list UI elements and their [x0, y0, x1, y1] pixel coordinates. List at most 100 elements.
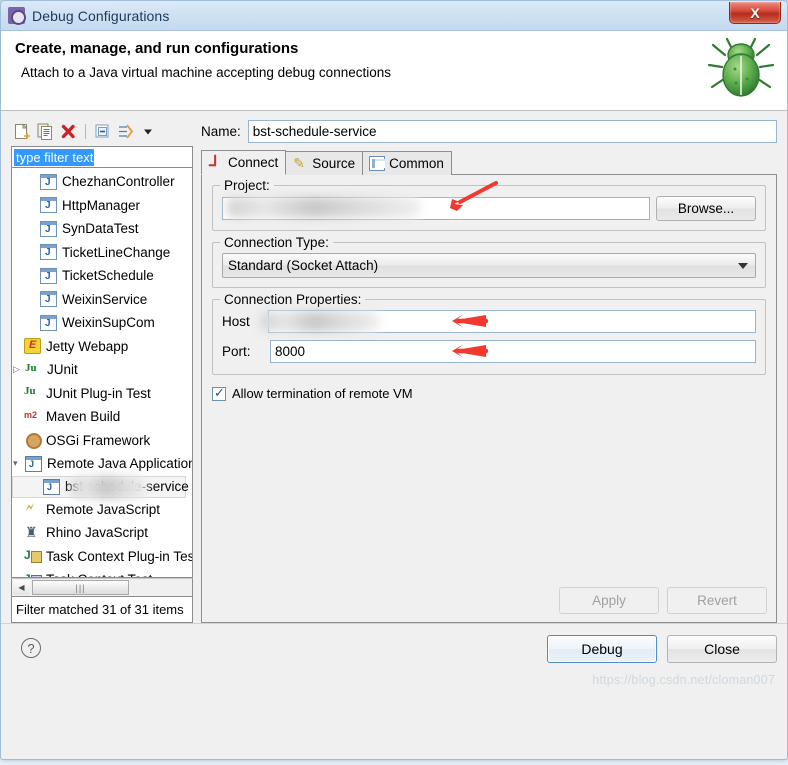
- tab-source[interactable]: Source: [285, 151, 364, 175]
- tree-item-task-context-test[interactable]: Task Context Test: [12, 568, 192, 577]
- tree-item-osgi-framework[interactable]: OSGi Framework: [12, 429, 192, 453]
- name-row: Name: bst-schedule-service: [201, 119, 777, 143]
- java-application-icon: [40, 267, 57, 284]
- tree-item-label: ChezhanController: [62, 174, 175, 190]
- tree-item-label: SynDataTest: [62, 221, 139, 237]
- scroll-left-icon[interactable]: ◀: [13, 580, 30, 595]
- tree-item-remote-javascript[interactable]: Remote JavaScript: [12, 498, 192, 522]
- dialog-footer: ? Debug Close https://blog.csdn.net/clom…: [1, 623, 787, 689]
- tree-item-label: Task Context Plug-in Test: [46, 548, 193, 564]
- tree-item-label: bst-schedule-service: [65, 479, 189, 494]
- expander-collapsed-icon[interactable]: ▷: [13, 364, 25, 375]
- debug-button[interactable]: Debug: [547, 635, 657, 663]
- tree-item-label: JUnit: [47, 362, 78, 378]
- junit-icon: [25, 362, 42, 378]
- toolbar-separator: [85, 123, 86, 139]
- tree-item-label: Jetty Webapp: [46, 338, 129, 354]
- common-icon: [369, 156, 386, 171]
- tree-item-remote-java-application[interactable]: ▾ Remote Java Application: [12, 452, 192, 476]
- tree-item-syndatatest[interactable]: SynDataTest: [12, 217, 192, 241]
- tree-item-jetty-webapp[interactable]: Jetty Webapp: [12, 335, 192, 359]
- window-close-button[interactable]: X: [729, 2, 781, 24]
- java-application-icon: [40, 291, 57, 308]
- tree-item-label: TicketLineChange: [62, 244, 171, 260]
- tree-item-weixinsupcom[interactable]: WeixinSupCom: [12, 311, 192, 335]
- tree-item-bst-schedule-service[interactable]: bst-schedule-service: [12, 475, 189, 499]
- launch-config-tree[interactable]: ChezhanController HttpManager SynDataTes…: [11, 168, 193, 578]
- tree-item-label: OSGi Framework: [46, 432, 151, 448]
- connection-type-select[interactable]: Standard (Socket Attach): [222, 253, 756, 278]
- java-application-icon: [40, 173, 57, 190]
- tree-item-ticketschedule[interactable]: TicketSchedule: [12, 264, 192, 288]
- dialog-header: Create, manage, and run configurations A…: [1, 31, 787, 111]
- tree-item-junit[interactable]: ▷ JUnit: [12, 358, 192, 382]
- tree-item-label: Remote JavaScript: [46, 501, 161, 517]
- project-input[interactable]: [222, 197, 650, 220]
- task-context-plugin-icon: [24, 548, 42, 564]
- source-icon: [292, 155, 308, 172]
- tree-item-rhino-javascript[interactable]: Rhino JavaScript: [12, 521, 192, 545]
- tree-item-label: Remote Java Application: [47, 456, 193, 472]
- revert-button[interactable]: Revert: [667, 587, 767, 614]
- chevron-down-icon[interactable]: [139, 122, 158, 141]
- tab-connect[interactable]: Connect: [201, 150, 287, 175]
- expander-expanded-icon[interactable]: ▾: [13, 458, 25, 469]
- java-application-icon: [40, 220, 57, 237]
- delete-icon[interactable]: [59, 122, 78, 141]
- tab-label: Common: [389, 156, 444, 171]
- connection-type-group-label: Connection Type:: [220, 235, 333, 250]
- filter-icon[interactable]: [116, 122, 135, 141]
- maven-icon: [24, 409, 41, 425]
- apply-button[interactable]: Apply: [559, 587, 659, 614]
- tree-item-junit-plugin-test[interactable]: JUnit Plug-in Test: [12, 382, 192, 406]
- scrollbar-thumb[interactable]: |||: [32, 580, 129, 595]
- tree-item-weixinservice[interactable]: WeixinService: [12, 288, 192, 312]
- java-application-icon: [40, 244, 57, 261]
- title-bar: Debug Configurations X: [1, 1, 787, 31]
- project-group: Project: Browse...: [212, 178, 766, 231]
- jetty-icon: [24, 338, 41, 355]
- debug-configurations-dialog: Debug Configurations X Create, manage, a…: [0, 0, 788, 760]
- tree-item-httpmanager[interactable]: HttpManager: [12, 194, 192, 218]
- tree-item-task-context-plugin-test[interactable]: Task Context Plug-in Test: [12, 545, 192, 569]
- remote-java-icon: [43, 478, 60, 495]
- green-bug-icon: [707, 37, 775, 97]
- collapse-all-icon[interactable]: [93, 122, 112, 141]
- name-label: Name:: [201, 123, 241, 139]
- tab-label: Source: [312, 156, 356, 171]
- new-launch-configuration-icon[interactable]: [13, 122, 32, 141]
- tab-bar: Connect Source Common: [201, 150, 777, 175]
- browse-button[interactable]: Browse...: [656, 196, 756, 221]
- remote-java-icon: [25, 455, 42, 472]
- tree-item-maven-build[interactable]: Maven Build: [12, 405, 192, 429]
- gear-icon: [8, 7, 26, 25]
- port-input[interactable]: 8000: [270, 340, 756, 363]
- tree-item-label: Maven Build: [46, 409, 121, 425]
- rhino-icon: [24, 524, 41, 541]
- host-label: Host: [222, 314, 250, 329]
- help-question-icon[interactable]: ?: [21, 638, 41, 658]
- tree-item-label: HttpManager: [62, 197, 141, 213]
- filter-input[interactable]: type filter text: [11, 146, 193, 168]
- close-button[interactable]: Close: [667, 635, 777, 663]
- allow-termination-row[interactable]: Allow termination of remote VM: [212, 385, 766, 401]
- duplicate-icon[interactable]: [36, 122, 55, 141]
- tree-item-label: Rhino JavaScript: [46, 525, 149, 541]
- tree-item-label: WeixinService: [62, 291, 148, 307]
- connect-icon: [208, 152, 224, 170]
- host-input[interactable]: [268, 310, 756, 333]
- connect-tab-panel: Project: Browse... Connection Type: Stan…: [201, 174, 777, 623]
- chevron-down-icon: [738, 263, 748, 269]
- tree-item-ticketlinechange[interactable]: TicketLineChange: [12, 241, 192, 265]
- configuration-editor-panel: Name: bst-schedule-service Connect Sourc…: [199, 119, 777, 623]
- task-context-test-icon: [24, 572, 42, 577]
- tab-common[interactable]: Common: [362, 151, 452, 175]
- name-input[interactable]: bst-schedule-service: [247, 119, 777, 143]
- tree-item-chezhancontroller[interactable]: ChezhanController: [12, 170, 192, 194]
- tree-horizontal-scrollbar[interactable]: ◀ |||: [11, 578, 193, 597]
- allow-termination-checkbox[interactable]: [212, 385, 226, 401]
- watermark-text: https://blog.csdn.net/cloman007: [592, 673, 775, 687]
- tree-item-label: TicketSchedule: [62, 268, 154, 284]
- connection-properties-group-label: Connection Properties:: [220, 292, 366, 307]
- filter-input-text: type filter text: [14, 148, 95, 166]
